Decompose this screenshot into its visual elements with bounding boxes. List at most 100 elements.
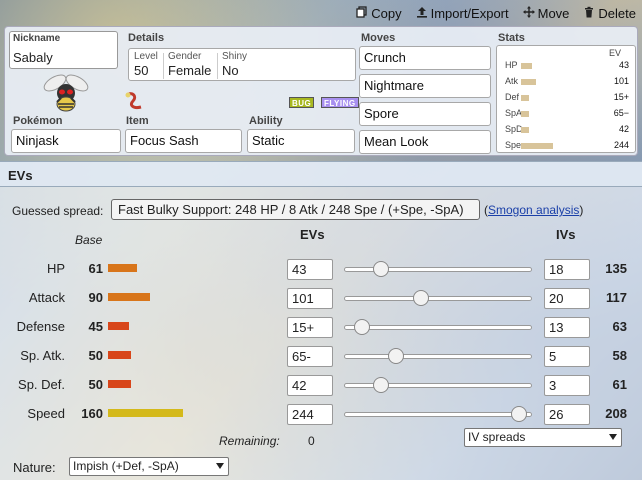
nature-value: Impish (+Def, -SpA) (73, 459, 179, 473)
focus-sash-icon (123, 91, 145, 111)
paren-close: ) (579, 203, 584, 217)
item-field[interactable]: Focus Sash (125, 129, 242, 153)
evs-column-header: EVs (300, 227, 325, 242)
set-toolbar: Copy Import/Export Move Delete (356, 6, 636, 21)
base-stat-value: 160 (81, 406, 103, 421)
ev-slider-track[interactable] (344, 325, 532, 330)
type-badge-flying: FLYING (321, 97, 359, 108)
stat-total: 61 (612, 377, 627, 392)
stat-ev: 244 (613, 140, 629, 150)
stat-ev: 65− (613, 108, 629, 118)
move-4-field[interactable]: Mean Look (359, 130, 491, 154)
stat-label: HP (46, 261, 65, 276)
ev-slider-track[interactable] (344, 354, 532, 359)
base-stat-bar (108, 409, 183, 417)
ev-input[interactable]: 42 (287, 375, 333, 396)
details-label: Details (128, 32, 165, 44)
ev-input[interactable]: 65- (287, 346, 333, 367)
divider (163, 53, 164, 79)
stat-label: Speed (27, 406, 65, 421)
remaining-label: Remaining: (219, 434, 280, 448)
stat-label: Attack (28, 290, 65, 305)
base-stat-bar (108, 264, 137, 272)
stat-label: Sp. Def. (18, 377, 65, 392)
base-column-header: Base (75, 233, 103, 247)
ev-slider-track[interactable] (344, 412, 532, 417)
iv-input[interactable]: 20 (544, 288, 590, 309)
ev-slider-thumb[interactable] (373, 261, 389, 277)
move-button[interactable]: Move (522, 6, 570, 21)
move-1-field[interactable]: Crunch (359, 46, 491, 70)
trash-icon (583, 6, 595, 21)
shiny-value: No (222, 63, 239, 78)
base-stat-value: 90 (88, 290, 103, 305)
nature-select[interactable]: Impish (+Def, -SpA) (69, 457, 229, 476)
ability-field[interactable]: Static (247, 129, 355, 153)
copy-icon (356, 6, 368, 21)
ev-slider-thumb[interactable] (413, 290, 429, 306)
smogon-analysis-link[interactable]: Smogon analysis (488, 203, 579, 217)
stat-ev: 15+ (613, 92, 629, 102)
stat-summary-row: Spe 244 (501, 140, 631, 153)
import-export-button[interactable]: Import/Export (416, 6, 509, 21)
stat-ev: 43 (618, 60, 629, 70)
iv-input[interactable]: 5 (544, 346, 590, 367)
iv-input[interactable]: 18 (544, 259, 590, 280)
ev-input[interactable]: 15+ (287, 317, 333, 338)
move-3-field[interactable]: Spore (359, 102, 491, 126)
shiny-group: Shiny No (222, 51, 247, 78)
iv-input[interactable]: 3 (544, 375, 590, 396)
ev-slider-thumb[interactable] (511, 406, 527, 422)
stat-name: SpD (505, 124, 523, 134)
stat-bar (521, 143, 553, 149)
stat-summary-row: SpA 65− (501, 108, 631, 121)
stats-ev-header: EV (608, 48, 621, 58)
stat-ev: 101 (613, 76, 629, 86)
import-export-label: Import/Export (430, 6, 509, 21)
ev-slider-thumb[interactable] (373, 377, 389, 393)
copy-label: Copy (371, 6, 402, 21)
stat-name: HP (505, 60, 518, 70)
gender-value: Female (168, 63, 212, 78)
move-2-field[interactable]: Nightmare (359, 74, 491, 98)
chevron-down-icon (609, 434, 617, 440)
move-label: Move (537, 6, 570, 21)
stat-total: 63 (612, 319, 627, 334)
remaining-value: 0 (308, 434, 315, 448)
stat-name: Spe (505, 140, 522, 150)
ev-slider-track[interactable] (344, 296, 532, 301)
base-stat-value: 61 (88, 261, 103, 276)
guessed-spread-button[interactable]: Fast Bulky Support: 248 HP / 8 Atk / 248… (111, 199, 480, 220)
ev-slider-thumb[interactable] (388, 348, 404, 364)
level-label: Level (134, 51, 158, 62)
stats-summary[interactable]: EV HP 43 Atk 101 Def 15+ SpA 65− SpD 42 Spe 244 (496, 45, 636, 153)
ev-input[interactable]: 43 (287, 259, 333, 280)
pokemon-field[interactable]: Ninjask (11, 129, 121, 153)
delete-button[interactable]: Delete (583, 6, 636, 21)
iv-spreads-value: IV spreads (468, 430, 526, 444)
iv-input[interactable]: 26 (544, 404, 590, 425)
details-field[interactable]: Level 50 Gender Female Shiny No (128, 48, 356, 81)
stat-name: Atk (505, 76, 519, 86)
stat-label: Sp. Atk. (20, 348, 65, 363)
nature-label: Nature: (13, 460, 56, 475)
pokemon-set-panel: Nickname Sabaly Details Level 50 Gender … (4, 26, 638, 156)
stat-summary-row: SpD 42 (501, 124, 631, 137)
nickname-field[interactable]: Nickname Sabaly (9, 31, 118, 69)
pokemon-sprite[interactable] (41, 71, 91, 115)
ev-input[interactable]: 101 (287, 288, 333, 309)
stat-total: 117 (606, 290, 627, 305)
ev-slider-thumb[interactable] (354, 319, 370, 335)
copy-button[interactable]: Copy (356, 6, 402, 21)
nickname-value: Sabaly (13, 50, 53, 65)
stat-bar (521, 111, 529, 117)
upload-icon (416, 6, 428, 21)
gender-label: Gender (168, 51, 202, 62)
base-stat-bar (108, 351, 131, 359)
iv-input[interactable]: 13 (544, 317, 590, 338)
ev-input[interactable]: 244 (287, 404, 333, 425)
ivs-column-header: IVs (556, 227, 576, 242)
delete-label: Delete (598, 6, 636, 21)
iv-spreads-select[interactable]: IV spreads (464, 428, 622, 447)
stat-bar (521, 79, 536, 85)
